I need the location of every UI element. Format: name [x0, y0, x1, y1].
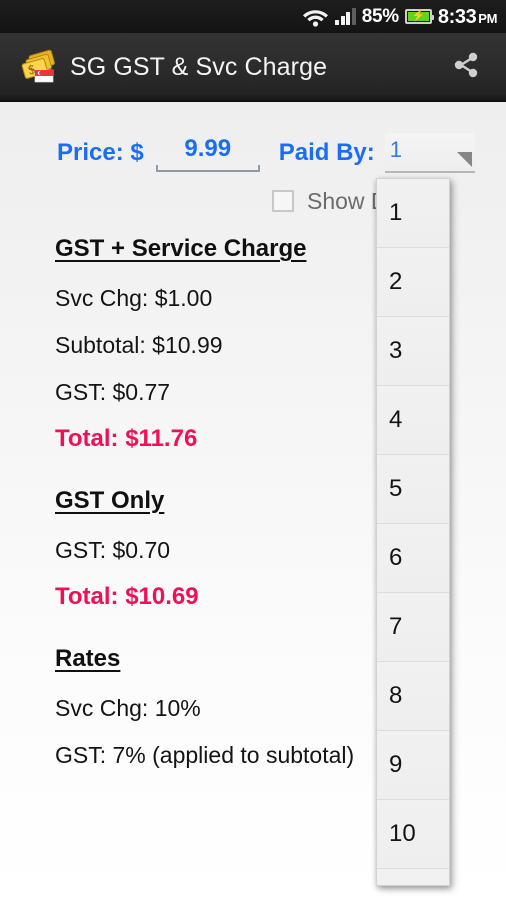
battery-percent-label: 85%	[361, 6, 399, 27]
dropdown-option[interactable]: 4	[377, 386, 449, 455]
chevron-down-icon	[456, 152, 472, 167]
battery-charging-icon: ⚡	[404, 9, 434, 24]
dropdown-option[interactable]: 9	[377, 731, 449, 800]
dropdown-option[interactable]: 10	[377, 800, 449, 869]
signal-bars-icon	[335, 8, 356, 25]
action-bar: $ SG GST & Svc Charge	[0, 33, 506, 102]
app-screen: 85% ⚡ 8:33 PM $ SG GST & Svc Charge Pric…	[0, 0, 506, 900]
input-row: Price: $ 9.99 Paid By: 1	[0, 130, 506, 176]
price-label: Price: $	[57, 139, 144, 166]
money-singapore-flag-icon: $	[16, 47, 60, 87]
paid-by-spinner[interactable]: 1	[384, 133, 475, 173]
dropdown-option[interactable]: 1	[377, 179, 449, 248]
price-input-value: 9.99	[184, 135, 232, 162]
paid-by-label: Paid By:	[278, 139, 375, 166]
bolt-glyph: ⚡	[411, 10, 426, 22]
clock-time: 8:33	[437, 5, 477, 28]
clock: 8:33 PM	[437, 5, 498, 28]
page-title: SG GST & Svc Charge	[70, 52, 328, 81]
dropdown-option[interactable]: 2	[377, 248, 449, 317]
price-input-underline	[155, 165, 260, 172]
dropdown-option[interactable]: 3	[377, 317, 449, 386]
paid-by-dropdown-list[interactable]: 1 2 3 4 5 6 7 8 9 10	[376, 178, 450, 886]
dropdown-option[interactable]	[377, 869, 449, 885]
dropdown-option[interactable]: 6	[377, 524, 449, 593]
dropdown-option[interactable]: 7	[377, 593, 449, 662]
share-icon	[451, 50, 481, 85]
price-input[interactable]: 9.99	[155, 134, 261, 172]
wifi-icon	[302, 7, 329, 27]
dropdown-option[interactable]: 5	[377, 455, 449, 524]
dropdown-option[interactable]: 8	[377, 662, 449, 731]
status-bar: 85% ⚡ 8:33 PM	[0, 0, 506, 33]
paid-by-spinner-value: 1	[389, 137, 402, 162]
clock-ampm: PM	[478, 10, 497, 26]
status-bar-icons: 85% ⚡ 8:33 PM	[302, 7, 497, 27]
share-button[interactable]	[440, 41, 492, 93]
checkbox-box-icon	[272, 190, 294, 212]
show-detail-checkbox[interactable]: Show D	[272, 184, 388, 218]
